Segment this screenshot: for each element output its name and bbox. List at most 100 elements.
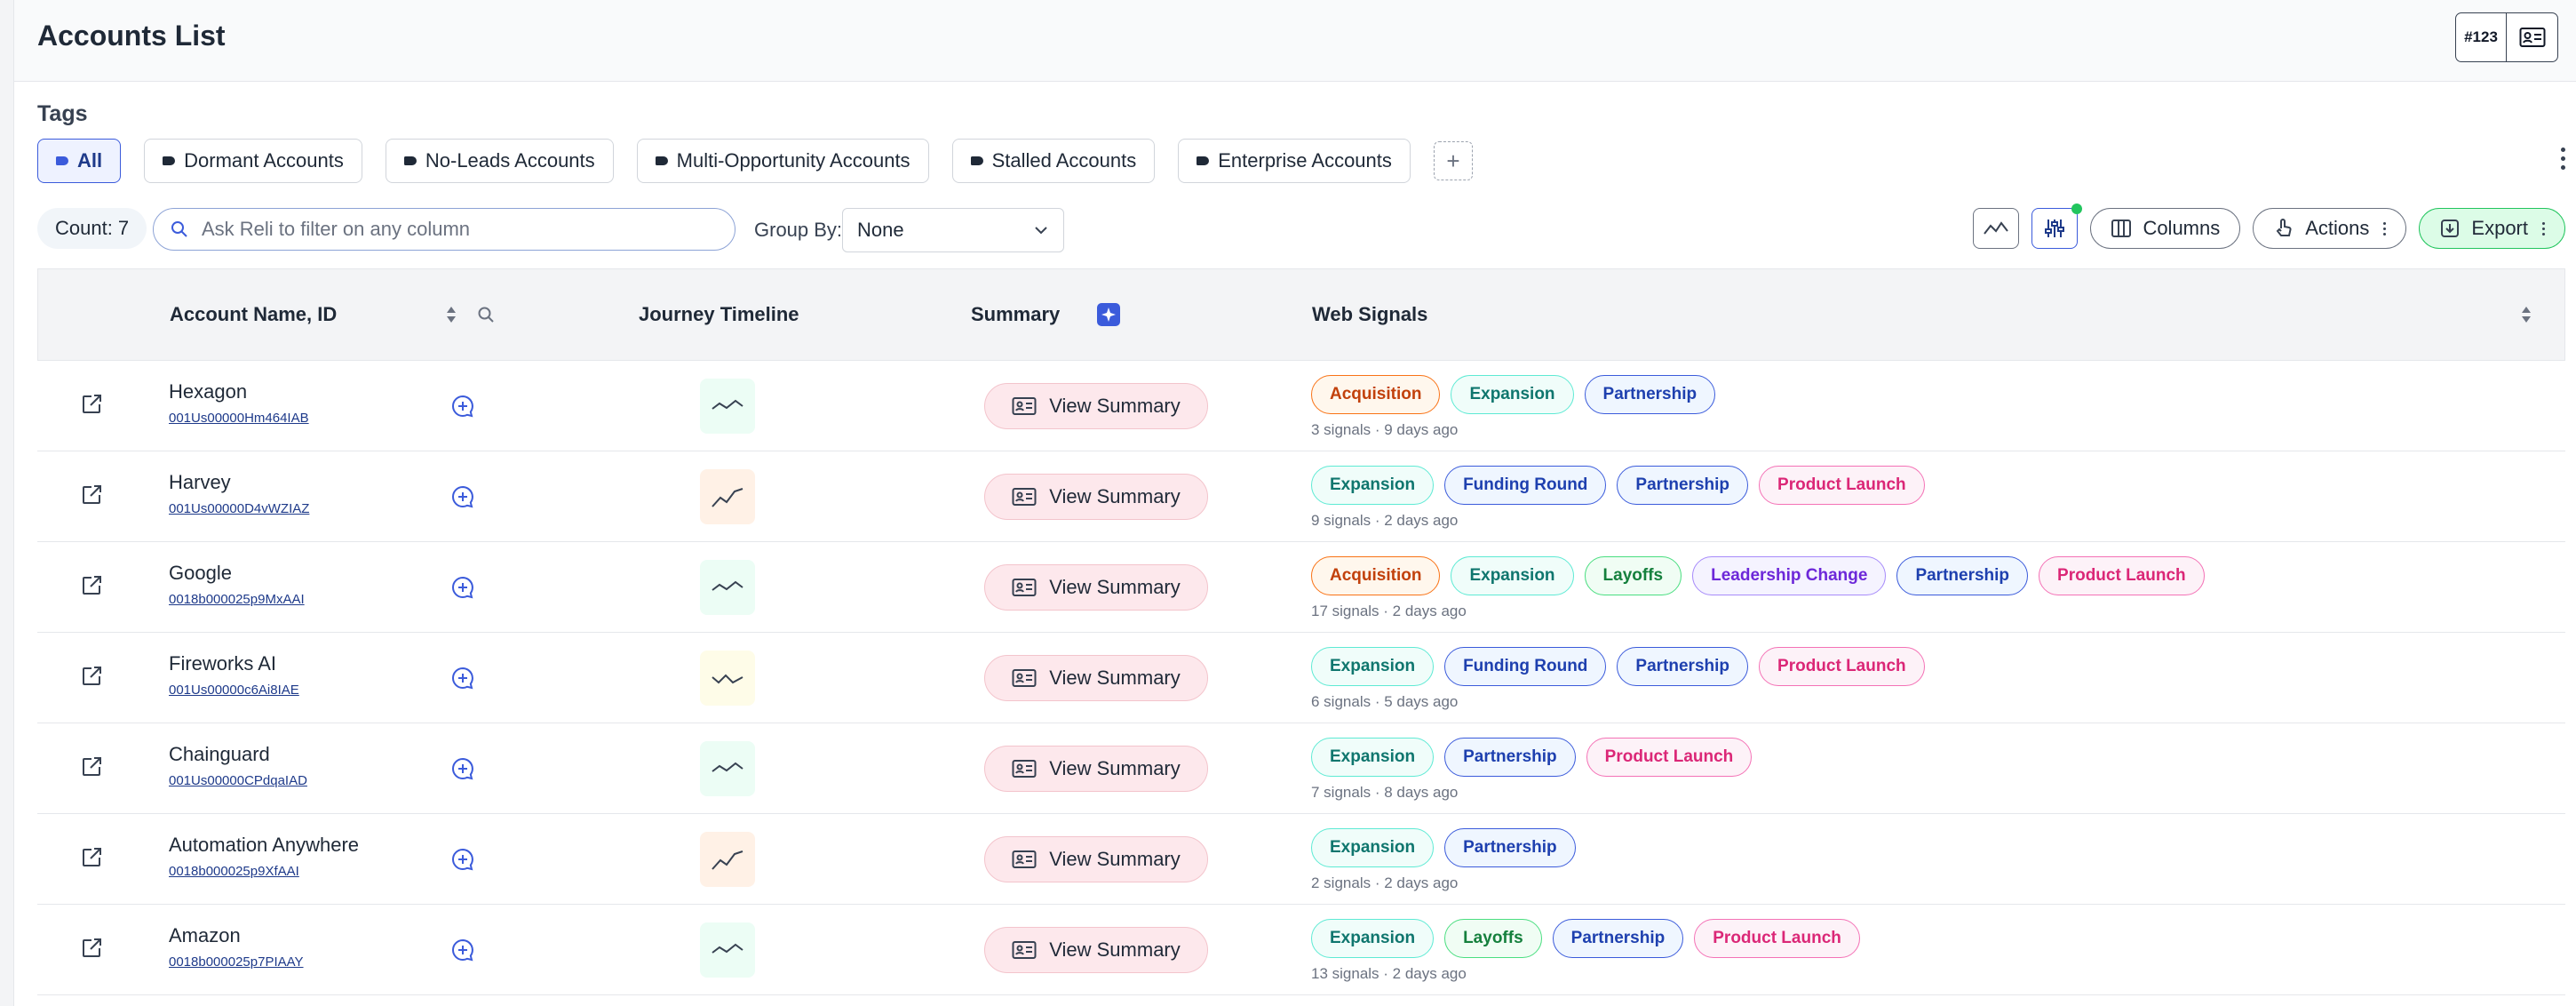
signal-chip[interactable]: Partnership bbox=[1552, 919, 1684, 958]
search-box[interactable] bbox=[153, 208, 735, 251]
journey-timeline-button[interactable] bbox=[700, 741, 755, 796]
signal-chip[interactable]: Partnership bbox=[1896, 556, 2029, 595]
signal-chip[interactable]: Product Launch bbox=[1759, 466, 1925, 505]
signal-chip[interactable]: Product Launch bbox=[1694, 919, 1860, 958]
tag-stalled-accounts[interactable]: Stalled Accounts bbox=[951, 139, 1156, 183]
signal-chips: Expansion Layoffs Partnership Product Launc… bbox=[1311, 919, 1860, 958]
tag-all[interactable]: All bbox=[37, 139, 122, 183]
open-external-icon[interactable] bbox=[80, 937, 103, 964]
tag-label: Stalled Accounts bbox=[991, 149, 1137, 172]
account-id-link[interactable]: 0018b000025p7PIAAY bbox=[169, 954, 304, 970]
trend-wave-icon bbox=[712, 674, 743, 684]
table-row: Chainguard 001Us00000CPdqaIAD View Summa… bbox=[37, 723, 2565, 814]
filter-settings-button[interactable] bbox=[2031, 204, 2083, 249]
view-summary-button[interactable]: View Summary bbox=[984, 655, 1208, 701]
signal-chip[interactable]: Expansion bbox=[1311, 466, 1435, 505]
signal-chip[interactable]: Expansion bbox=[1311, 919, 1435, 958]
view-summary-button[interactable]: View Summary bbox=[984, 383, 1208, 429]
signal-chip[interactable]: Expansion bbox=[1451, 556, 1574, 595]
journey-timeline-button[interactable] bbox=[700, 379, 755, 434]
chat-plus-icon[interactable] bbox=[449, 937, 476, 968]
open-external-icon[interactable] bbox=[80, 846, 103, 874]
sort-icon[interactable] bbox=[2520, 305, 2532, 324]
view-summary-button[interactable]: View Summary bbox=[984, 474, 1208, 520]
group-by-select[interactable]: None bbox=[842, 208, 1064, 252]
sort-icon[interactable] bbox=[445, 305, 457, 324]
account-name: Amazon bbox=[169, 924, 241, 946]
signal-chip[interactable]: Partnership bbox=[1444, 738, 1576, 777]
journey-timeline-button[interactable] bbox=[700, 651, 755, 706]
add-tag-button[interactable]: + bbox=[1433, 141, 1473, 180]
ai-sparkle-icon[interactable] bbox=[1097, 303, 1120, 326]
view-summary-button[interactable]: View Summary bbox=[984, 836, 1208, 882]
signal-chip[interactable]: Layoffs bbox=[1584, 556, 1682, 595]
signal-chip[interactable]: Layoffs bbox=[1444, 919, 1542, 958]
journey-timeline-button[interactable] bbox=[700, 560, 755, 615]
tag-dormant-accounts[interactable]: Dormant Accounts bbox=[144, 139, 362, 183]
journey-timeline-button[interactable] bbox=[700, 469, 755, 524]
signal-chip[interactable]: Partnership bbox=[1617, 647, 1749, 686]
journey-timeline-button[interactable] bbox=[700, 832, 755, 887]
signal-chip[interactable]: Expansion bbox=[1451, 375, 1574, 414]
record-id-button[interactable]: #123 bbox=[2455, 12, 2507, 62]
signal-chip[interactable]: Expansion bbox=[1311, 647, 1435, 686]
open-external-icon[interactable] bbox=[80, 574, 103, 602]
account-name: Chainguard bbox=[169, 743, 270, 765]
columns-button[interactable]: Columns bbox=[2090, 208, 2241, 249]
more-options-icon[interactable] bbox=[2561, 148, 2565, 170]
signals-meta: 17 signals · 2 days ago bbox=[1311, 603, 1467, 619]
signal-chips: Acquisition Expansion Layoffs Leadership Ch… bbox=[1311, 556, 2205, 595]
signal-chip[interactable]: Acquisition bbox=[1311, 375, 1441, 414]
trend-view-button[interactable] bbox=[1973, 208, 2020, 249]
signal-chip[interactable]: Funding Round bbox=[1444, 466, 1607, 505]
header-journey-timeline: Journey Timeline bbox=[639, 303, 799, 325]
signal-chip[interactable]: Partnership bbox=[1444, 828, 1576, 867]
signal-chip[interactable]: Acquisition bbox=[1311, 556, 1441, 595]
open-external-icon[interactable] bbox=[80, 665, 103, 692]
open-external-icon[interactable] bbox=[80, 755, 103, 783]
actions-button[interactable]: Actions bbox=[2253, 208, 2407, 249]
signal-chip[interactable]: Expansion bbox=[1311, 738, 1435, 777]
tag-icon bbox=[163, 156, 176, 165]
view-summary-button[interactable]: View Summary bbox=[984, 746, 1208, 792]
account-id-link[interactable]: 001Us00000CPdqaIAD bbox=[169, 773, 307, 788]
tag-multi-opportunity-accounts[interactable]: Multi-Opportunity Accounts bbox=[636, 139, 929, 183]
chat-plus-icon[interactable] bbox=[449, 483, 476, 515]
view-summary-button[interactable]: View Summary bbox=[984, 564, 1208, 611]
signal-chip[interactable]: Partnership bbox=[1617, 466, 1749, 505]
signal-chip[interactable]: Expansion bbox=[1311, 828, 1435, 867]
signal-chip[interactable]: Partnership bbox=[1584, 375, 1716, 414]
chat-plus-icon[interactable] bbox=[449, 574, 476, 605]
tag-no-leads-accounts[interactable]: No-Leads Accounts bbox=[385, 139, 614, 183]
open-external-icon[interactable] bbox=[80, 483, 103, 511]
signal-chip[interactable]: Product Launch bbox=[1586, 738, 1753, 777]
signal-chip[interactable]: Product Launch bbox=[1759, 647, 1925, 686]
download-icon bbox=[2441, 220, 2460, 237]
account-cell: Chainguard 001Us00000CPdqaIAD bbox=[169, 743, 307, 788]
chat-plus-icon[interactable] bbox=[449, 755, 476, 786]
view-summary-label: View Summary bbox=[1049, 395, 1181, 417]
columns-label: Columns bbox=[2143, 217, 2221, 239]
account-id-link[interactable]: 001Us00000c6Ai8IAE bbox=[169, 683, 299, 698]
signal-chip[interactable]: Funding Round bbox=[1444, 647, 1607, 686]
journey-timeline-button[interactable] bbox=[700, 922, 755, 978]
column-search-icon[interactable] bbox=[477, 306, 495, 323]
account-id-link[interactable]: 0018b000025p9MxAAI bbox=[169, 592, 305, 607]
account-cell: Google 0018b000025p9MxAAI bbox=[169, 562, 305, 607]
account-id-link[interactable]: 001Us00000D4vWZIAZ bbox=[169, 501, 309, 516]
tag-enterprise-accounts[interactable]: Enterprise Accounts bbox=[1178, 139, 1411, 183]
account-id-link[interactable]: 001Us00000Hm464IAB bbox=[169, 411, 309, 426]
view-summary-button[interactable]: View Summary bbox=[984, 927, 1208, 973]
export-button[interactable]: Export bbox=[2419, 208, 2565, 249]
summary-card-icon bbox=[1012, 488, 1037, 506]
signal-chip[interactable]: Product Launch bbox=[2039, 556, 2205, 595]
search-input[interactable] bbox=[202, 218, 717, 241]
chat-plus-icon[interactable] bbox=[449, 846, 476, 877]
account-id-link[interactable]: 0018b000025p9XfAAI bbox=[169, 864, 359, 879]
open-external-icon[interactable] bbox=[80, 393, 103, 420]
chat-plus-icon[interactable] bbox=[449, 393, 476, 424]
contact-card-button[interactable] bbox=[2507, 12, 2558, 62]
trend-icon bbox=[1984, 221, 2009, 235]
signal-chip[interactable]: Leadership Change bbox=[1692, 556, 1887, 595]
chat-plus-icon[interactable] bbox=[449, 665, 476, 696]
